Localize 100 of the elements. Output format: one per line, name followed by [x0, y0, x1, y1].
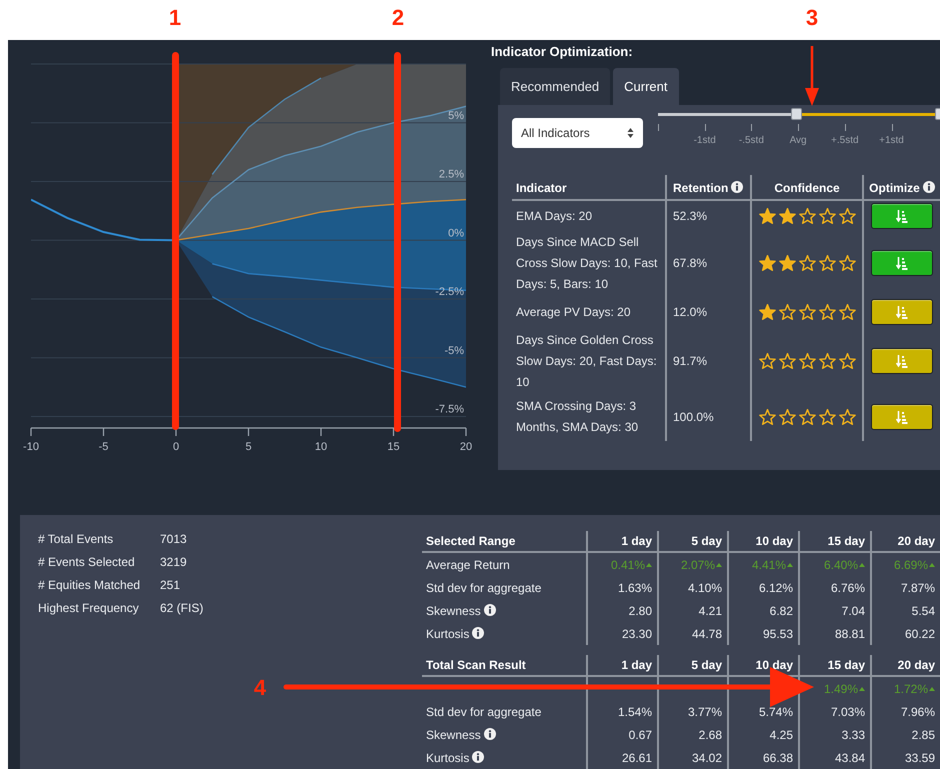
axis-label: 5%: [448, 110, 464, 122]
stat-label: # Equities Matched: [38, 576, 142, 594]
table-cell-text: 91.7%: [673, 353, 708, 370]
callout-number: 4: [254, 677, 266, 699]
tick-label: -.5std: [738, 134, 765, 148]
table-cell-text: SMA Crossing Days: 3 Months, SMA Days: 30: [516, 398, 640, 436]
table-cell-text: 1.54%: [618, 704, 652, 720]
star-icon: [798, 409, 816, 425]
star-icon: [798, 353, 816, 369]
table-cell-text: 12.0%: [673, 304, 708, 321]
tick-label: +1std: [878, 134, 905, 148]
table-cell-text: 23.30: [622, 626, 652, 642]
table-cell-text: Average PV Days: 20: [516, 304, 631, 320]
star-icon: [818, 409, 836, 425]
table-cell-text: 67.8%: [673, 255, 708, 272]
star-icon: [818, 304, 836, 320]
tab[interactable]: Recommended: [500, 68, 610, 105]
axis-label: -5%: [444, 344, 464, 357]
updown-chevron-icon: [627, 127, 634, 139]
column-header: Indicator: [515, 180, 568, 197]
table-cell-text: 0.67: [628, 726, 652, 744]
tick-mark: [658, 124, 659, 131]
table-cell-text: 7.04: [842, 602, 865, 620]
tick-label: -1std: [692, 134, 717, 148]
star-icon: [838, 208, 856, 224]
star-icon: [758, 304, 776, 320]
row-label: Std dev for aggregate: [426, 580, 542, 596]
row-label: Skewness: [426, 602, 496, 620]
tick-mark: [704, 124, 706, 131]
stat-value: 3219: [160, 554, 187, 570]
stat-label: Highest Frequency: [38, 600, 140, 616]
indicator-select[interactable]: All Indicators: [512, 118, 643, 148]
table-cell-text: Days Since Golden Cross Slow Days: 20, Fast Days: 10: [516, 332, 658, 390]
sort-icon: [896, 410, 908, 424]
table-cell-text: 6.40%: [824, 556, 858, 574]
axis-label: 15: [387, 441, 400, 453]
star-icon: [838, 353, 856, 369]
tab[interactable]: Current: [613, 68, 679, 105]
table-cell-text: 26.61: [622, 750, 652, 766]
star-icon: [758, 255, 776, 271]
axis-label: 0%: [448, 227, 464, 240]
star-icon: [818, 255, 836, 271]
table-cell-text: 33.59: [904, 750, 935, 766]
table-cell-text: 1.72%: [894, 680, 928, 698]
table-cell-text: 4.10%: [688, 580, 722, 596]
table-cell-text: 5.54: [912, 602, 935, 620]
column-header: 20 day: [898, 533, 935, 550]
table-cell-text: 2.85: [912, 726, 935, 744]
column-header: 15 day: [828, 533, 865, 550]
tick-mark: [844, 124, 846, 131]
table-cell-text: 0.41%: [610, 556, 645, 574]
star-icon: [798, 255, 816, 271]
table-cell-text: 60.22: [904, 626, 935, 642]
table-cell-text: 2.07%: [680, 556, 715, 574]
table-cell-text: 43.84: [834, 750, 865, 766]
table-cell-text: 1.63%: [618, 580, 652, 596]
tick-mark: [798, 124, 800, 131]
optimize-button[interactable]: [871, 203, 933, 229]
table-cell-text: 2.80: [628, 602, 652, 620]
star-icon: [758, 208, 776, 224]
table-cell-text: 52.3%: [673, 208, 708, 225]
stat-value: 62 (FIS): [160, 600, 204, 616]
info-icon: [484, 604, 496, 616]
optimize-button[interactable]: [871, 348, 933, 374]
table-cell-text: 44.78: [692, 626, 722, 642]
optimize-button[interactable]: [871, 250, 933, 276]
optimize-button[interactable]: [871, 299, 933, 325]
table-cell-text: 6.69%: [894, 556, 928, 574]
axis-label: -7.5%: [435, 404, 464, 416]
sort-icon: [896, 306, 908, 318]
axis-label: 10: [314, 441, 328, 453]
star-icon: [778, 255, 796, 271]
annotation-arrow: [805, 46, 819, 106]
table-cell-text: 66.38: [762, 750, 793, 766]
table-cell-text: EMA Days: 20: [516, 208, 592, 224]
axis-label: 20: [460, 441, 472, 453]
table-cell-text: 4.21: [698, 602, 722, 620]
row-label: Kurtosis: [426, 624, 484, 642]
stat-label: # Total Events: [38, 530, 114, 548]
callout-number: 3: [806, 7, 818, 29]
axis-label: -10: [23, 441, 39, 453]
table-title: Total Scan Result: [426, 657, 526, 674]
column-header: 10 day: [756, 533, 793, 550]
star-icon: [818, 353, 836, 369]
star-icon: [778, 304, 796, 320]
info-icon: [484, 728, 496, 740]
slider-handle[interactable]: [790, 108, 802, 120]
table-cell-text: 7.87%: [900, 580, 935, 596]
axis-label: -5: [98, 441, 108, 453]
stat-value: 7013: [160, 530, 187, 548]
sort-icon: [896, 354, 908, 368]
column-header: Confidence: [750, 175, 862, 199]
sort-icon: [896, 256, 908, 270]
axis-label: 2.5%: [438, 168, 464, 180]
star-icon: [818, 208, 836, 224]
table-cell-text: 1.49%: [824, 680, 858, 698]
optimize-button[interactable]: [871, 404, 933, 430]
axis-label: 5: [245, 441, 252, 453]
table-cell-text: 95.53: [762, 626, 793, 642]
table-cell-text: 3.33: [842, 726, 865, 744]
